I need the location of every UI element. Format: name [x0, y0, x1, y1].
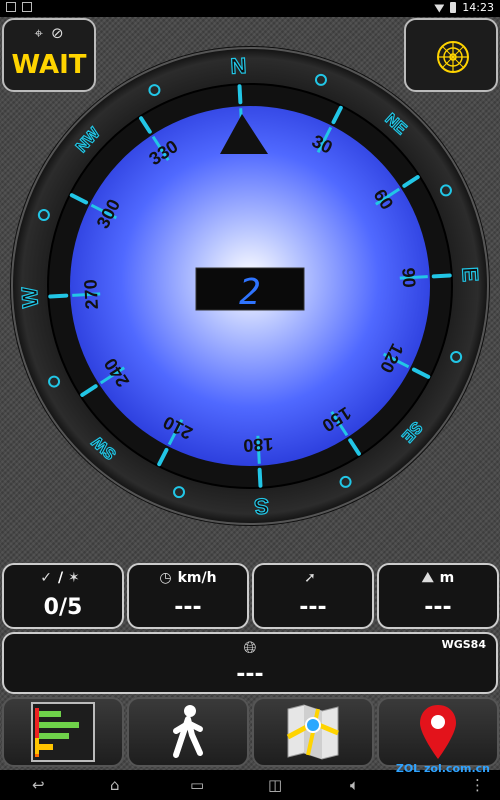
clock: 14:23 — [462, 1, 494, 14]
cardinal-label: W — [17, 286, 43, 308]
back-icon[interactable]: ↩ — [32, 776, 45, 794]
outer-tick — [257, 467, 263, 488]
outer-tick — [237, 84, 243, 105]
status-bar: 14:23 — [0, 0, 500, 17]
bearing-value: --- — [299, 595, 327, 620]
altitude-icon: ⛰ — [421, 570, 434, 586]
notification-icon — [6, 2, 16, 12]
altitude-unit: m — [439, 570, 455, 586]
bearing-panel[interactable]: ➚ --- — [252, 563, 374, 629]
image-notification-icon — [22, 2, 32, 12]
home-icon[interactable]: ⌂ — [110, 776, 120, 794]
speed-unit: km/h — [177, 570, 217, 586]
direction-arrow-icon: ➚ — [304, 570, 316, 586]
outer-tick — [431, 273, 452, 279]
gps-fix-icon: ⌖ — [34, 24, 43, 42]
walk-mode-button[interactable] — [127, 697, 249, 767]
satellites-panel[interactable]: ✓ / ✶ 0/5 — [2, 563, 124, 629]
check-icon: ✓ — [40, 570, 52, 586]
speed-panel[interactable]: ◷ km/h --- — [127, 563, 249, 629]
cardinal-label: S — [254, 493, 270, 519]
map-icon — [286, 704, 339, 760]
globe-icon: 🌐︎ — [243, 638, 257, 657]
coordinates-panel[interactable]: 🌐︎ WGS84 --- — [2, 632, 498, 694]
battery-icon — [450, 2, 457, 13]
satellites-value: 0/5 — [43, 595, 83, 620]
location-pin-button[interactable] — [377, 697, 499, 767]
recent-apps-icon[interactable]: ▭ — [190, 776, 204, 794]
menu-icon[interactable]: ⋮ — [470, 776, 485, 794]
signal-bars-button[interactable] — [2, 697, 124, 767]
screenshot-icon[interactable]: ◫ — [268, 776, 282, 794]
wifi-icon — [434, 4, 445, 13]
speedometer-icon: ◷ — [159, 570, 172, 586]
signal-chart-icon — [31, 702, 95, 762]
satellite-icon: ✶ — [68, 570, 80, 586]
cardinal-label: E — [457, 266, 483, 282]
datum-label: WGS84 — [441, 638, 486, 651]
degree-label: 90 — [398, 267, 419, 288]
volume-down-icon[interactable]: 🔈︎ — [350, 776, 359, 794]
degree-label: 270 — [80, 279, 102, 310]
map-button[interactable] — [252, 697, 374, 767]
watermark: ZOL zol.com.cn — [395, 762, 490, 775]
cardinal-label: N — [230, 53, 247, 79]
compass-dial: NNEESESSWWNW 306090120150180210240270300… — [10, 46, 490, 526]
speed-value: --- — [174, 595, 202, 620]
location-pin-icon — [420, 705, 456, 759]
altitude-value: --- — [424, 595, 452, 620]
altitude-panel[interactable]: ⛰ m --- — [377, 563, 499, 629]
degree-label: 180 — [243, 434, 274, 456]
walking-person-icon — [173, 705, 203, 758]
gps-off-icon: ⊘ — [50, 24, 64, 42]
coordinates-value: --- — [236, 662, 264, 687]
outer-tick — [48, 293, 69, 299]
heading-value: 2 — [239, 272, 261, 313]
